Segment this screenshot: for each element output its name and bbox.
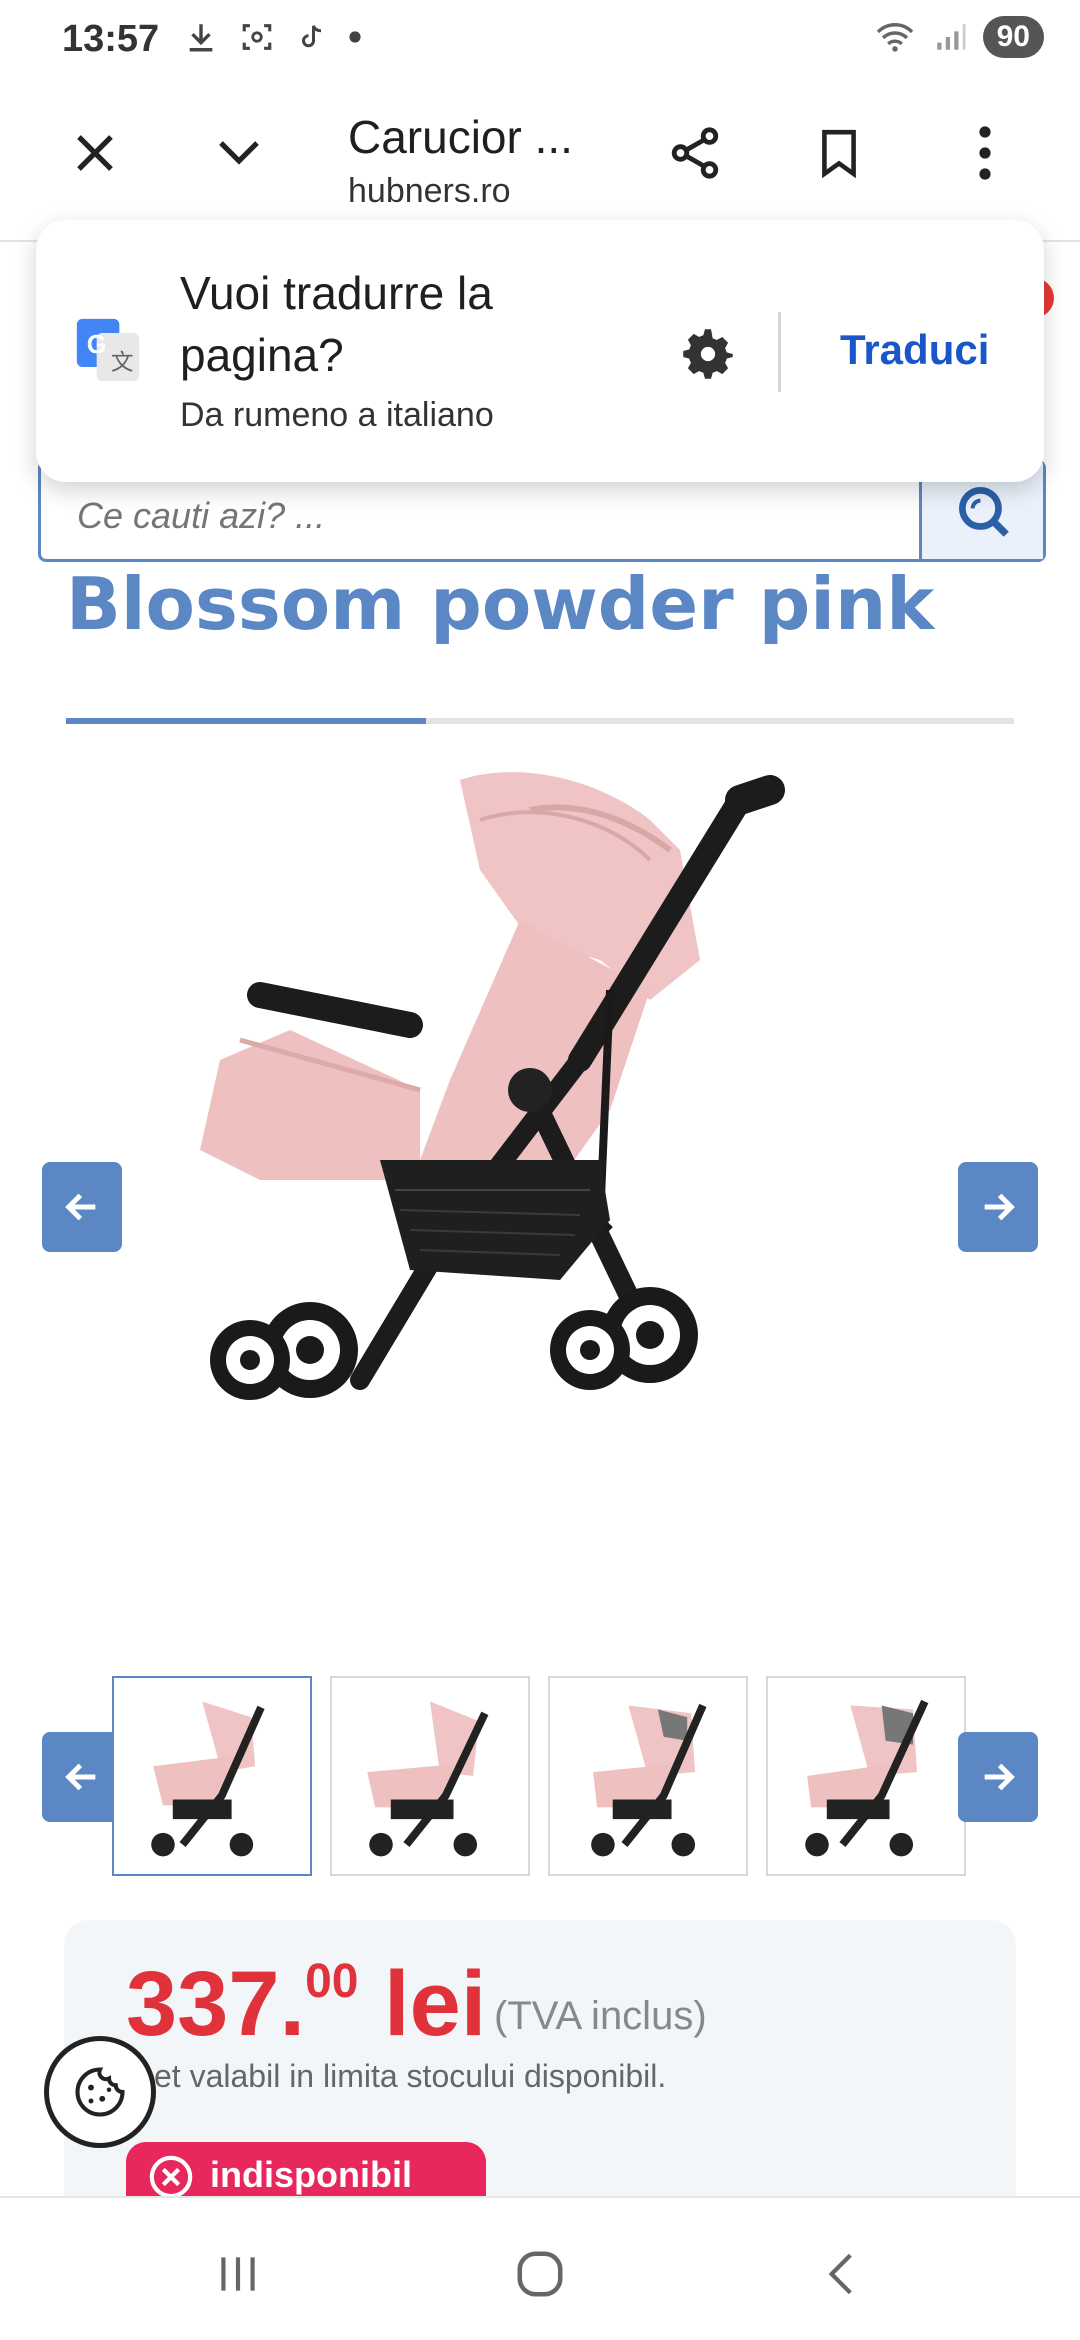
close-button[interactable] xyxy=(50,108,140,198)
screenshot-icon xyxy=(242,24,272,50)
recent-apps-icon xyxy=(221,2257,255,2291)
chevron-down-icon xyxy=(219,141,259,165)
thumbs-next-button[interactable] xyxy=(958,1732,1038,1822)
search-icon xyxy=(958,486,1009,537)
thumbs-prev-button[interactable] xyxy=(42,1732,122,1822)
unavailable-icon xyxy=(149,2155,193,2199)
translate-button[interactable]: Traduci xyxy=(840,326,989,374)
thumbnail-image xyxy=(151,1701,265,1857)
bookmark-icon xyxy=(822,129,856,179)
product-main-image[interactable] xyxy=(180,760,900,1660)
tiktok-icon xyxy=(302,25,322,48)
price-integer: 337. xyxy=(126,1953,306,2055)
more-vertical-icon xyxy=(979,126,991,180)
bookmark-button[interactable] xyxy=(794,108,884,198)
thumbnail-2[interactable] xyxy=(330,1676,530,1876)
status-right: 90 xyxy=(873,16,1044,58)
system-nav-bar xyxy=(0,2196,1080,2340)
close-icon xyxy=(77,135,113,171)
home-button[interactable] xyxy=(500,2234,580,2314)
share-button[interactable] xyxy=(650,108,740,198)
status-icons xyxy=(184,20,362,54)
stock-note: et valabil in limita stocului disponibil… xyxy=(154,2058,667,2094)
product-price: 337.00 lei xyxy=(126,1952,486,2057)
arrow-left-icon xyxy=(65,1763,96,1791)
status-bar: 13:57 90 xyxy=(0,0,1080,80)
main-next-button[interactable] xyxy=(958,1162,1038,1252)
google-translate-icon: G 文 xyxy=(76,318,140,382)
main-prev-button[interactable] xyxy=(42,1162,122,1252)
dot-icon xyxy=(349,31,361,43)
price-currency: lei xyxy=(384,1953,487,2055)
more-options-button[interactable] xyxy=(940,108,1030,198)
price-decimals: 00 xyxy=(305,1955,359,2008)
availability-label: indisponibil xyxy=(210,2154,412,2195)
svg-text:G: G xyxy=(87,331,107,359)
collapse-button[interactable] xyxy=(194,108,284,198)
wifi-icon xyxy=(876,23,913,52)
svg-text:文: 文 xyxy=(111,350,134,376)
arrow-right-icon xyxy=(984,1193,1015,1221)
status-time: 13:57 xyxy=(62,18,160,60)
download-icon xyxy=(189,24,213,52)
price-panel: 337.00 lei (TVA inclus) et valabil in li… xyxy=(64,1920,1016,2222)
recent-apps-button[interactable] xyxy=(198,2234,278,2314)
thumbnail-1[interactable] xyxy=(112,1676,312,1876)
page-title[interactable]: Carucior ... xyxy=(348,110,573,164)
thumbnail-image xyxy=(367,1701,489,1857)
back-button[interactable] xyxy=(802,2234,882,2314)
product-title: Blossom powder pink xyxy=(66,562,935,646)
thumbnail-image xyxy=(591,1703,707,1857)
thumbnail-4[interactable] xyxy=(766,1676,966,1876)
cookie-settings-button[interactable] xyxy=(44,2036,156,2148)
gallery-progress-fill xyxy=(66,718,427,724)
translate-divider xyxy=(778,312,781,392)
gear-icon xyxy=(683,329,733,379)
home-icon xyxy=(517,2251,563,2297)
back-icon xyxy=(828,2253,852,2295)
search-input[interactable] xyxy=(77,495,897,537)
page-domain[interactable]: hubners.ro xyxy=(348,172,511,211)
translate-prompt: G 文 Vuoi tradurre la pagina? Da rumeno a… xyxy=(36,220,1044,482)
battery-level: 90 xyxy=(982,16,1044,58)
translate-settings-button[interactable] xyxy=(668,314,748,394)
cookie-icon xyxy=(75,2067,125,2117)
signal-icon xyxy=(936,24,966,50)
translate-subtitle: Da rumeno a italiano xyxy=(180,396,494,434)
translate-title: Vuoi tradurre la pagina? xyxy=(180,267,493,381)
arrow-left-icon xyxy=(65,1193,96,1221)
share-icon xyxy=(671,127,719,179)
thumbnail-image xyxy=(805,1699,929,1857)
arrow-right-icon xyxy=(984,1763,1015,1791)
price-tva-note: (TVA inclus) xyxy=(494,1994,707,2038)
gallery-progress-track xyxy=(66,718,1014,724)
thumbnail-3[interactable] xyxy=(548,1676,748,1876)
